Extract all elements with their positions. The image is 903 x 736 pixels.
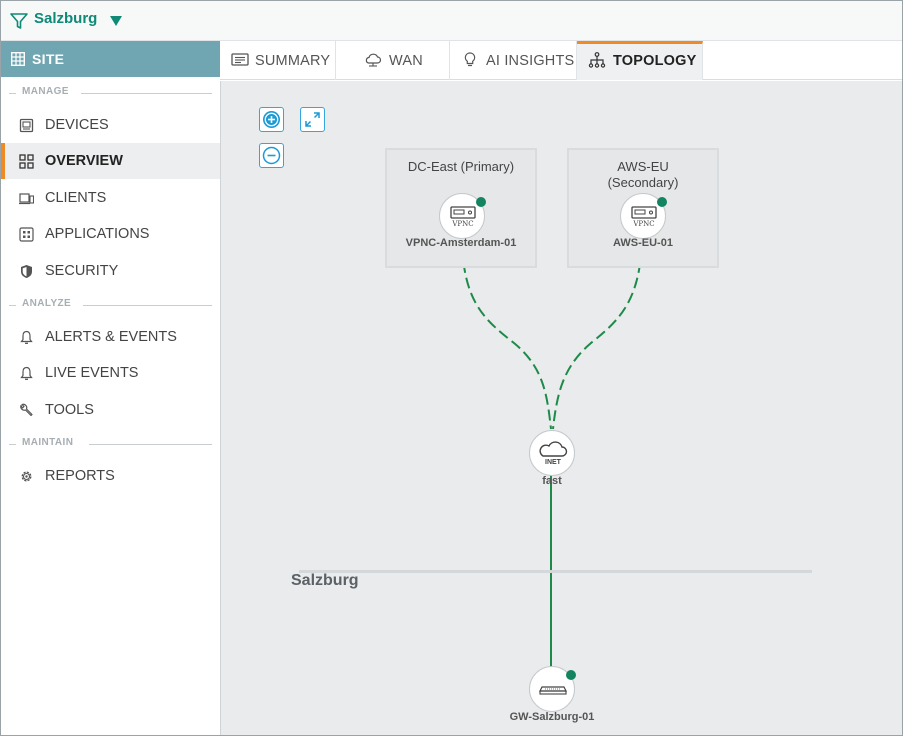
bell-icon	[20, 366, 33, 380]
site-grid-icon	[11, 52, 25, 66]
app-window: Salzburg SITE MANAGE DEVICES OVERVIEW CL…	[0, 0, 903, 736]
tab-topology[interactable]: TOPOLOGY	[577, 41, 703, 80]
site-divider	[299, 570, 812, 573]
transport-label: fast	[542, 475, 562, 487]
tab-bar: SUMMARY WAN AI INSIGHTS TOPOLOGY	[220, 41, 902, 80]
section-analyze: ANALYZE	[1, 298, 220, 312]
sidebar-item-label: SECURITY	[45, 263, 119, 279]
sidebar-item-label: CLIENTS	[45, 190, 107, 206]
sidebar-item-clients[interactable]: CLIENTS	[1, 180, 220, 216]
sidebar-item-devices[interactable]: DEVICES	[1, 107, 220, 143]
site-name[interactable]: Salzburg	[34, 10, 97, 27]
link-aws-eu	[552, 245, 643, 430]
sidebar-site-label: SITE	[32, 51, 65, 67]
clients-icon	[19, 193, 34, 205]
topology-links	[461, 245, 643, 667]
devices-icon	[19, 118, 34, 133]
sidebar-item-label: LIVE EVENTS	[45, 365, 139, 381]
overview-icon	[19, 154, 34, 169]
hub-title: AWS-EU (Secondary)	[607, 159, 679, 190]
sidebar-item-security[interactable]: SECURITY	[1, 253, 220, 289]
summary-icon	[231, 53, 249, 66]
status-dot	[657, 197, 667, 207]
device-label: AWS-EU-01	[613, 237, 673, 249]
sidebar-item-label: REPORTS	[45, 468, 115, 484]
gateway-label: GW-Salzburg-01	[509, 711, 595, 723]
sidebar-item-applications[interactable]: APPLICATIONS	[1, 216, 220, 252]
zoom-out-button[interactable]	[259, 143, 284, 168]
sidebar-item-alerts-events[interactable]: ALERTS & EVENTS	[1, 319, 220, 355]
topology-canvas[interactable]: DC-East (Primary) VPNC VPNC-Amsterdam-01…	[220, 81, 902, 735]
sidebar-item-label: DEVICES	[45, 117, 109, 133]
link-vpnc-amsterdam	[461, 245, 552, 430]
vpnc-badge: VPNC	[452, 220, 474, 228]
shield-icon	[21, 265, 32, 278]
tab-label: AI INSIGHTS	[486, 53, 575, 69]
wrench-icon	[20, 403, 33, 417]
inet-badge: INET	[545, 459, 561, 466]
site-selector-bar: Salzburg	[1, 1, 902, 41]
device-label: VPNC-Amsterdam-01	[405, 237, 517, 249]
zoom-in-icon	[263, 111, 280, 128]
section-maintain-label: MAINTAIN	[22, 437, 74, 448]
section-maintain: MAINTAIN	[1, 437, 220, 451]
zoom-out-icon	[262, 146, 281, 165]
vpnc-badge: VPNC	[633, 220, 655, 228]
status-dot	[476, 197, 486, 207]
section-manage: MANAGE	[1, 86, 220, 100]
lightbulb-icon	[464, 52, 476, 67]
applications-icon	[19, 227, 34, 242]
tab-label: WAN	[389, 53, 423, 69]
tab-label: SUMMARY	[255, 53, 331, 69]
sidebar-site-header[interactable]: SITE	[1, 41, 220, 77]
sidebar-item-tools[interactable]: TOOLS	[1, 392, 220, 428]
sidebar-item-label: ALERTS & EVENTS	[45, 329, 177, 345]
section-manage-label: MANAGE	[22, 86, 69, 97]
sidebar-item-overview[interactable]: OVERVIEW	[1, 143, 220, 179]
status-dot	[566, 670, 576, 680]
bell-icon	[20, 330, 33, 344]
caret-down-icon[interactable]	[109, 15, 123, 27]
cloud-icon	[539, 441, 568, 457]
cloud-icon	[365, 53, 382, 67]
filter-icon[interactable]	[9, 11, 29, 31]
transport-node-inet[interactable]: INET	[529, 430, 575, 476]
sidebar-item-label: TOOLS	[45, 402, 94, 418]
tab-label: TOPOLOGY	[613, 53, 697, 69]
hub-title: DC-East (Primary)	[407, 159, 515, 174]
expand-icon	[305, 112, 320, 127]
tab-ai-insights[interactable]: AI INSIGHTS	[450, 41, 577, 80]
sidebar-item-label: APPLICATIONS	[45, 226, 150, 242]
sidebar-item-reports[interactable]: REPORTS	[1, 458, 220, 494]
sidebar-item-label: OVERVIEW	[45, 153, 123, 169]
fit-to-screen-button[interactable]	[300, 107, 325, 132]
topology-icon	[588, 52, 606, 68]
site-label: Salzburg	[291, 572, 359, 589]
tab-summary[interactable]: SUMMARY	[220, 41, 336, 80]
zoom-in-button[interactable]	[259, 107, 284, 132]
sidebar-item-live-events[interactable]: LIVE EVENTS	[1, 355, 220, 391]
sidebar: SITE MANAGE DEVICES OVERVIEW CLIENTS APP…	[1, 41, 220, 735]
gear-icon	[21, 471, 32, 482]
section-analyze-label: ANALYZE	[22, 298, 72, 309]
tab-wan[interactable]: WAN	[336, 41, 450, 80]
